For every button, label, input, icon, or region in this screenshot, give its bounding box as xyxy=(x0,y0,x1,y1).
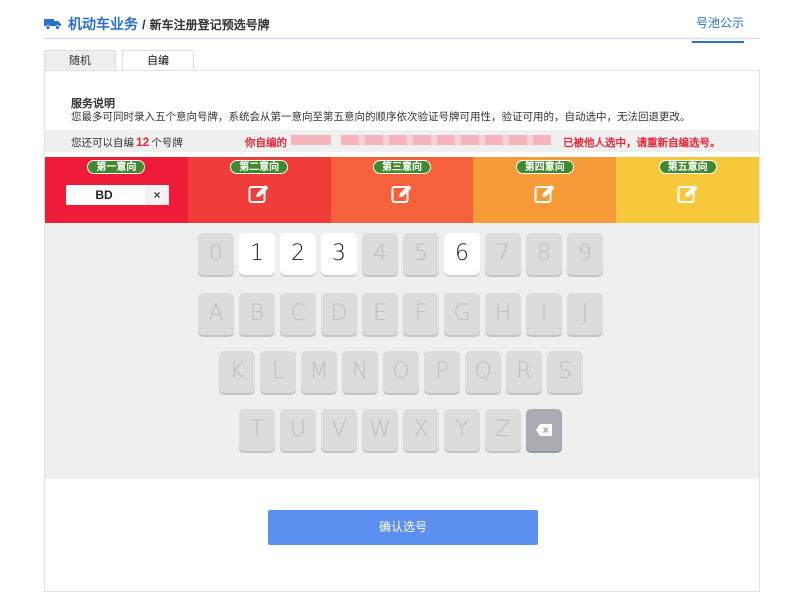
info-bar: 您还可以自编 12 个号牌 你自编的 已被他人选中，请重新自编选号。 xyxy=(45,130,759,152)
header-divider xyxy=(44,38,760,39)
intent-3-label: 第三意向 xyxy=(372,160,431,174)
remaining-count-text: 您还可以自编 12 个号牌 xyxy=(71,135,183,150)
intent-5-label: 第五意向 xyxy=(658,160,717,174)
intent-2-label: 第二意向 xyxy=(230,160,289,174)
key-v[interactable]: V xyxy=(321,409,357,451)
intent-4[interactable]: 第四意向 xyxy=(473,157,617,223)
key-9[interactable]: 9 xyxy=(567,233,603,275)
remaining-prefix: 您还可以自编 xyxy=(71,137,134,149)
edit-icon[interactable] xyxy=(391,184,413,204)
service-description: 您最多可同时录入五个意向号牌，系统会从第一意向至第五意向的顺序依次验证号牌可用性… xyxy=(71,111,691,123)
key-q[interactable]: Q xyxy=(465,351,501,393)
key-b[interactable]: B xyxy=(239,293,275,335)
key-0[interactable]: 0 xyxy=(198,233,234,275)
intent-5[interactable]: 第五意向 xyxy=(616,157,759,223)
backspace-key[interactable] xyxy=(526,409,562,451)
key-3[interactable]: 3 xyxy=(321,233,357,275)
redacted-plates xyxy=(341,135,551,145)
mode-tabs: 随机 自编 xyxy=(44,50,200,71)
key-y[interactable]: Y xyxy=(444,409,480,451)
key-w[interactable]: W xyxy=(362,409,398,451)
intent-1-value: BD xyxy=(95,188,113,202)
key-5[interactable]: 5 xyxy=(403,233,439,275)
intent-choices: 第一意向 BD × 第二意向 第三意向 第四意向 第五意向 xyxy=(45,157,759,223)
key-z[interactable]: Z xyxy=(485,409,521,451)
key-f[interactable]: F xyxy=(403,293,439,335)
breadcrumb-section[interactable]: 机动车业务 xyxy=(68,14,138,34)
key-i[interactable]: I xyxy=(526,293,562,335)
remaining-suffix: 个号牌 xyxy=(151,137,183,149)
key-k[interactable]: K xyxy=(219,351,255,393)
key-d[interactable]: D xyxy=(321,293,357,335)
intent-3[interactable]: 第三意向 xyxy=(330,157,474,223)
page-header: 机动车业务 / 新车注册登记预选号牌 号池公示 xyxy=(44,10,760,43)
key-m[interactable]: M xyxy=(301,351,337,393)
edit-icon[interactable] xyxy=(534,184,556,204)
confirm-selection-button[interactable]: 确认选号 xyxy=(268,510,538,545)
key-c[interactable]: C xyxy=(280,293,316,335)
remaining-count: 12 xyxy=(136,135,150,149)
key-6[interactable]: 6 xyxy=(444,233,480,275)
intent-4-label: 第四意向 xyxy=(515,160,574,174)
key-u[interactable]: U xyxy=(280,409,316,451)
intent-2[interactable]: 第二意向 xyxy=(187,157,331,223)
key-a[interactable]: A xyxy=(198,293,234,335)
intent-1-label: 第一意向 xyxy=(87,160,146,174)
key-x[interactable]: X xyxy=(403,409,439,451)
key-4[interactable]: 4 xyxy=(362,233,398,275)
key-1[interactable]: 1 xyxy=(239,233,275,275)
edit-icon[interactable] xyxy=(248,184,270,204)
key-e[interactable]: E xyxy=(362,293,398,335)
key-t[interactable]: T xyxy=(239,409,275,451)
pool-announcement-link[interactable]: 号池公示 xyxy=(696,14,744,31)
key-h[interactable]: H xyxy=(485,293,521,335)
plate-keyboard: 0123456789 ABCDEFGHIJ KLMNOPQRS TUVWXYZ xyxy=(45,223,759,479)
pool-link-underline xyxy=(692,41,744,43)
intent-1-plate-field[interactable]: BD × xyxy=(66,185,169,205)
key-n[interactable]: N xyxy=(342,351,378,393)
warning-suffix: 已被他人选中，请重新自编选号。 xyxy=(563,137,721,149)
redacted-plate xyxy=(291,135,331,145)
intent-1[interactable]: 第一意向 BD × xyxy=(45,157,188,223)
key-o[interactable]: O xyxy=(383,351,419,393)
key-j[interactable]: J xyxy=(567,293,603,335)
key-7[interactable]: 7 xyxy=(485,233,521,275)
key-l[interactable]: L xyxy=(260,351,296,393)
tab-custom[interactable]: 自编 xyxy=(122,50,194,71)
edit-icon[interactable] xyxy=(677,184,699,204)
backspace-icon xyxy=(536,424,552,436)
key-p[interactable]: P xyxy=(424,351,460,393)
key-r[interactable]: R xyxy=(506,351,542,393)
key-8[interactable]: 8 xyxy=(526,233,562,275)
key-g[interactable]: G xyxy=(444,293,480,335)
key-s[interactable]: S xyxy=(547,351,583,393)
selection-panel: 服务说明 您最多可同时录入五个意向号牌，系统会从第一意向至第五意向的顺序依次验证… xyxy=(44,70,760,592)
breadcrumb-separator: / xyxy=(142,16,146,32)
key-2[interactable]: 2 xyxy=(280,233,316,275)
clear-icon[interactable]: × xyxy=(145,185,169,205)
tab-random[interactable]: 随机 xyxy=(44,50,116,71)
truck-icon xyxy=(44,19,61,30)
warning-prefix: 你自编的 xyxy=(245,137,287,149)
breadcrumb: 机动车业务 / 新车注册登记预选号牌 xyxy=(44,14,270,34)
page-title: 新车注册登记预选号牌 xyxy=(149,17,270,32)
